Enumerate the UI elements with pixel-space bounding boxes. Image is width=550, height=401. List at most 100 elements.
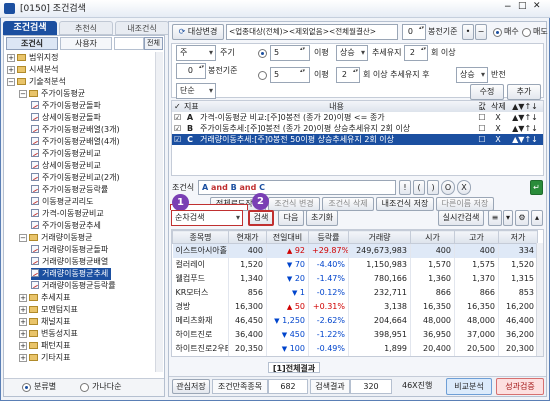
- realtime-search-button[interactable]: 실시간검색: [438, 210, 484, 226]
- tree-item[interactable]: 가격-이동평균비교: [31, 208, 104, 220]
- tab-my-conditions[interactable]: 내조건식: [115, 21, 169, 35]
- tree-item[interactable]: 주가이동평균배열(4개): [31, 136, 120, 148]
- condition-expression[interactable]: A and B and C: [198, 180, 396, 195]
- subtab-condition[interactable]: 조건식: [6, 37, 58, 50]
- collapse-icon[interactable]: −: [19, 90, 27, 98]
- row-checkbox[interactable]: ☑: [172, 123, 182, 134]
- reset-button[interactable]: 초기화: [306, 210, 338, 226]
- save-as-button[interactable]: 다른이름 저장: [436, 197, 494, 211]
- row1-count-stepper[interactable]: 2: [404, 45, 428, 61]
- save-condition-button[interactable]: 내조건식 저장: [376, 197, 434, 211]
- tree-item[interactable]: 이동평균괴리도: [31, 196, 94, 208]
- tree-item[interactable]: 주가이동평균비교(2개): [31, 172, 120, 184]
- subtab-user[interactable]: 사용자: [60, 37, 112, 50]
- grid-header[interactable]: 등락률: [308, 230, 349, 244]
- all-button[interactable]: 전체: [144, 37, 163, 50]
- tree-folder[interactable]: + 범위지정: [7, 52, 58, 64]
- row3-radio[interactable]: [258, 71, 267, 80]
- table-row[interactable]: KR모터스 856 ▼ 1 -0.12% 232,711 866 866 853: [172, 285, 538, 300]
- tree-item[interactable]: 상세이동평균비교: [31, 160, 101, 172]
- tree-item[interactable]: 거래량이동평균배열: [31, 256, 108, 268]
- grid-scrollbar[interactable]: [536, 243, 543, 356]
- left-search-input[interactable]: [114, 37, 144, 50]
- condition-delete-button[interactable]: 조건식 삭제: [322, 197, 374, 211]
- sort-by-category-radio[interactable]: [22, 383, 31, 392]
- tree-folder[interactable]: − 주가이동평균: [19, 88, 85, 100]
- row-move-arrows[interactable]: ▲▼↑↓: [507, 112, 543, 123]
- ma-type-select[interactable]: 단순: [176, 83, 216, 99]
- collapse-icon[interactable]: −: [7, 78, 15, 86]
- search-mode-select[interactable]: 순차검색: [171, 210, 243, 226]
- tree-item[interactable]: 주가이동평균비교: [31, 148, 101, 160]
- enter-icon[interactable]: ↵: [530, 180, 543, 195]
- tab-condition-search[interactable]: 조건검색: [3, 21, 57, 35]
- search-button[interactable]: 검색: [248, 210, 274, 226]
- indicator-row[interactable]: ☑ A 가격-이동평균 비교:[주]0봉전 (종가 20)이평 <= 종가 ☐ X ▲▼↑…: [172, 112, 543, 123]
- expand-icon[interactable]: +: [7, 66, 15, 74]
- expand-icon[interactable]: +: [19, 330, 27, 338]
- performance-verify-button[interactable]: 성과검증: [496, 378, 544, 395]
- buy-radio[interactable]: [493, 28, 502, 37]
- row-delete-button[interactable]: X: [489, 123, 507, 134]
- row1-ma-stepper[interactable]: 5: [270, 45, 310, 61]
- close-icon[interactable]: ✕: [533, 1, 541, 11]
- next-button[interactable]: 다음: [278, 210, 304, 226]
- tree-item[interactable]: 거래량이동평균추세: [31, 268, 112, 280]
- param-bong-stepper[interactable]: 0: [176, 63, 206, 79]
- tree-item[interactable]: 주가이동평균추세: [31, 220, 101, 232]
- grid-header[interactable]: 종목명: [172, 230, 229, 244]
- indicator-row[interactable]: ☑ C 거래량이동추세:[주]0봉전 50이평 상승추세유지 2회 이상 ☐ X ▲▼↑↓: [172, 134, 543, 145]
- tree-folder[interactable]: + 시세분석: [7, 64, 58, 76]
- result-tab[interactable]: [1]전체결과: [268, 362, 320, 373]
- save-interest-button[interactable]: 관심저장: [172, 379, 210, 394]
- tree-folder[interactable]: + 추세지표: [19, 292, 70, 304]
- condition-change-button[interactable]: 조건식 변경: [268, 197, 320, 211]
- expand-icon[interactable]: +: [19, 342, 27, 350]
- tree-folder[interactable]: + 기타지표: [19, 352, 70, 364]
- bong-offset-stepper[interactable]: 0: [402, 24, 426, 40]
- row-move-arrows[interactable]: ▲▼↑↓: [507, 123, 543, 134]
- grid-header[interactable]: 고가: [454, 230, 499, 244]
- grid-menu-icon[interactable]: ≡: [488, 210, 502, 226]
- tree-item[interactable]: 주가이동평균배열(3개): [31, 124, 120, 136]
- grid-header[interactable]: 현재가: [228, 230, 267, 244]
- expand-icon[interactable]: +: [19, 354, 27, 362]
- table-row[interactable]: 컬러레이 1,520 ▼ 70 -4.40% 1,150,983 1,570 1,575 1,…: [172, 257, 538, 272]
- maximize-icon[interactable]: □: [518, 1, 527, 11]
- row1-radio[interactable]: [258, 49, 267, 58]
- table-row[interactable]: 하이트진로2우B 20,350 ▼ 100 -0.49% 1,899 20,400 20,5…: [172, 341, 538, 356]
- grid-header[interactable]: 저가: [498, 230, 538, 244]
- expand-icon[interactable]: +: [19, 294, 27, 302]
- row3-ma-stepper[interactable]: 5: [270, 67, 310, 83]
- tree-item[interactable]: 상세이동평균돌파: [31, 112, 101, 124]
- grid-header[interactable]: 시가: [410, 230, 455, 244]
- symbol-open-paren-button[interactable]: (: [413, 180, 425, 195]
- symbol-close-paren-button[interactable]: ): [427, 180, 439, 195]
- tree-folder[interactable]: − 기술적분석: [7, 76, 66, 88]
- table-row[interactable]: 하이트진로 36,400 ▼ 450 -1.22% 398,951 36,950 37,00…: [172, 327, 538, 342]
- grid-header[interactable]: 전일대비: [266, 230, 309, 244]
- edit-button[interactable]: 수정: [470, 84, 504, 100]
- title-bar[interactable]: [0150] 조건검색 − □ ✕: [0, 0, 550, 18]
- grid-header[interactable]: 거래량: [348, 230, 411, 244]
- tree-scrollbar[interactable]: [155, 52, 163, 372]
- nav-minus-button[interactable]: −: [475, 24, 487, 40]
- tree-folder[interactable]: + 변동성지표: [19, 328, 78, 340]
- tree-item[interactable]: 거래량이동평균돌파: [31, 244, 108, 256]
- minimize-icon[interactable]: −: [504, 2, 512, 12]
- tree-item[interactable]: 주가이동평균등락률: [31, 184, 108, 196]
- table-row[interactable]: 웰컴푸드 1,340 ▼ 20 -1.47% 780,166 1,360 1,370 1,31…: [172, 271, 538, 286]
- expand-icon[interactable]: +: [7, 54, 15, 62]
- nav-dot-button[interactable]: •: [462, 24, 474, 40]
- sort-alphabetical-radio[interactable]: [80, 383, 89, 392]
- table-row[interactable]: 유한양행59,500▲ 600+1.02%172,25058,80059,800…: [172, 355, 538, 356]
- tree-item[interactable]: 주가이동평균돌파: [31, 100, 101, 112]
- expand-icon[interactable]: +: [19, 318, 27, 326]
- table-row[interactable]: 이스트아시아홀 400 ▲ 92 +29.87% 249,673,983 400 400 33…: [172, 243, 538, 258]
- indicator-row[interactable]: ☑ B 주가이동추세:[주]0봉전 (종가 20)이평 상승추세유지 2회 이상 ☐ X…: [172, 123, 543, 134]
- tree-folder[interactable]: + 채널지표: [19, 316, 70, 328]
- chevron-up-icon[interactable]: ▴: [531, 210, 543, 226]
- row-value-checkbox[interactable]: ☐: [475, 112, 489, 123]
- symbol-not-button[interactable]: !: [399, 180, 411, 195]
- tab-recommended[interactable]: 추천식: [59, 21, 113, 35]
